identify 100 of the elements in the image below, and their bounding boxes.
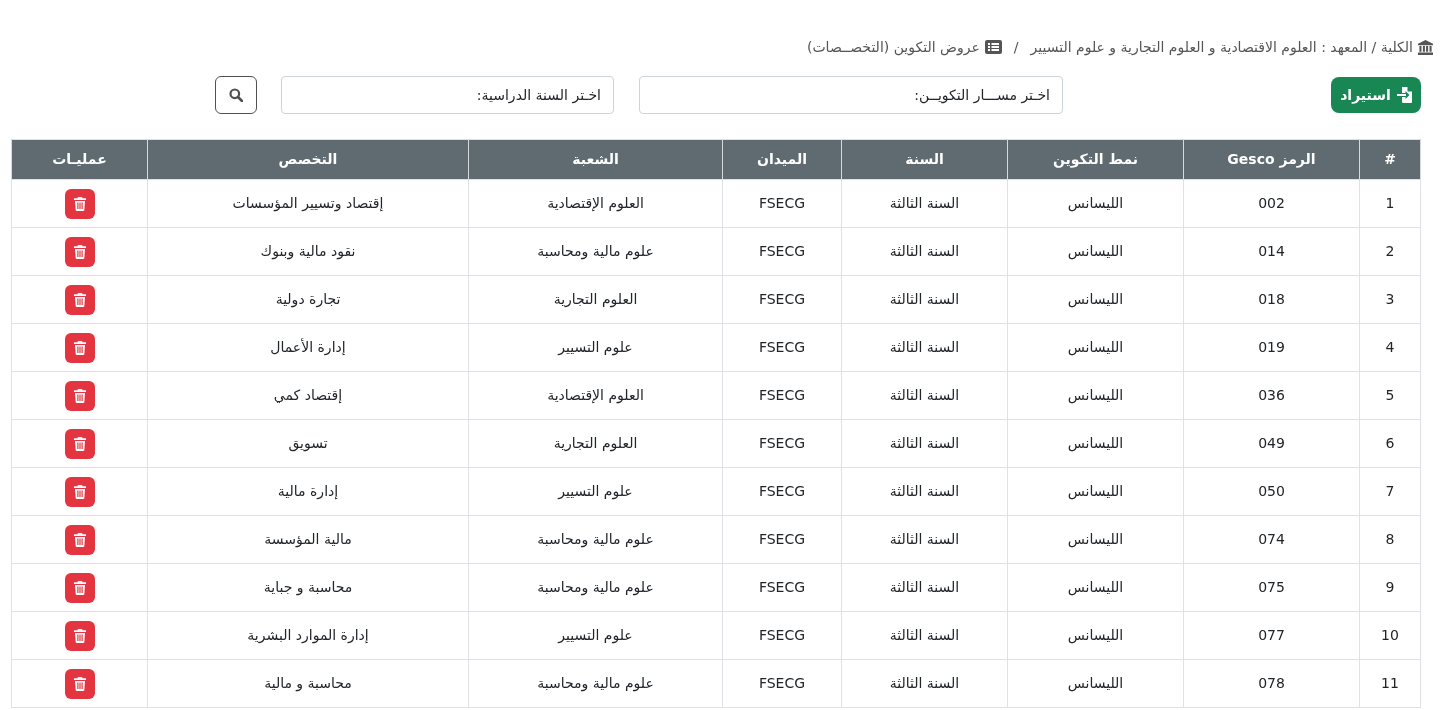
table-cell: FSECG (722, 371, 842, 420)
table-cell: الليسانس (1007, 563, 1184, 612)
column-header: السنة (841, 139, 1008, 180)
table-cell: السنة الثالثة (841, 227, 1008, 276)
import-button[interactable]: استيراد (1331, 77, 1421, 113)
table-cell: إقتصاد كمي (147, 371, 469, 420)
table-cell: 077 (1183, 611, 1360, 660)
table-cell: السنة الثالثة (841, 179, 1008, 228)
table-cell: FSECG (722, 659, 842, 708)
table-cell: 075 (1183, 563, 1360, 612)
table-cell: الليسانس (1007, 515, 1184, 564)
study-year-select[interactable]: اخـتر السنة الدراسية: (281, 76, 614, 114)
table-cell: السنة الثالثة (841, 563, 1008, 612)
table-cell: محاسبة و مالية (147, 659, 469, 708)
trash-icon (73, 676, 86, 691)
table-cell: 3 (1359, 275, 1421, 324)
table-cell: الليسانس (1007, 227, 1184, 276)
table-cell: FSECG (722, 563, 842, 612)
table-cell: الليسانس (1007, 419, 1184, 468)
table-cell: 6 (1359, 419, 1421, 468)
delete-button[interactable] (64, 572, 95, 603)
column-header: نمط التكوين (1007, 139, 1184, 180)
table-cell: 2 (1359, 227, 1421, 276)
table-cell: 014 (1183, 227, 1360, 276)
table-cell: تجارة دولية (147, 275, 469, 324)
column-header: الرمز Gesco (1183, 139, 1360, 180)
table-cell: 9 (1359, 563, 1421, 612)
table-cell: إدارة الموارد البشرية (147, 611, 469, 660)
table-cell: السنة الثالثة (841, 275, 1008, 324)
table-cell: FSECG (722, 275, 842, 324)
table-cell: 4 (1359, 323, 1421, 372)
table-cell: FSECG (722, 323, 842, 372)
table-cell: تسويق (147, 419, 469, 468)
table-cell: علوم مالية ومحاسبة (468, 515, 723, 564)
table-cell: 074 (1183, 515, 1360, 564)
table-cell: FSECG (722, 227, 842, 276)
column-header: الشعبة (468, 139, 723, 180)
search-icon (229, 88, 243, 102)
table-cell: العلوم الإقتصادية (468, 179, 723, 228)
table-cell: 036 (1183, 371, 1360, 420)
table-cell: الليسانس (1007, 611, 1184, 660)
table-cell: نقود مالية وبنوك (147, 227, 469, 276)
table-cell: الليسانس (1007, 467, 1184, 516)
table-cell: السنة الثالثة (841, 371, 1008, 420)
table-cell: FSECG (722, 179, 842, 228)
table-cell: 10 (1359, 611, 1421, 660)
delete-button[interactable] (64, 476, 95, 507)
table-cell: إقتصاد وتسيير المؤسسات (147, 179, 469, 228)
table-cell: العلوم التجارية (468, 275, 723, 324)
delete-button[interactable] (64, 620, 95, 651)
delete-button[interactable] (64, 284, 95, 315)
delete-button[interactable] (64, 236, 95, 267)
column-header: عمليـات (11, 139, 148, 180)
table-cell: إدارة الأعمال (147, 323, 469, 372)
trash-icon (73, 628, 86, 643)
table-cell: السنة الثالثة (841, 323, 1008, 372)
search-button[interactable] (215, 76, 257, 114)
table-cell: 050 (1183, 467, 1360, 516)
table-cell: محاسبة و جباية (147, 563, 469, 612)
table-cell: 049 (1183, 419, 1360, 468)
table-cell: السنة الثالثة (841, 419, 1008, 468)
delete-button[interactable] (64, 524, 95, 555)
breadcrumb-separator: / (1012, 37, 1020, 57)
delete-button[interactable] (64, 332, 95, 363)
table-cell: الليسانس (1007, 371, 1184, 420)
column-header: التخصص (147, 139, 469, 180)
table-cell: FSECG (722, 611, 842, 660)
delete-button[interactable] (64, 188, 95, 219)
trash-icon (73, 388, 86, 403)
table-cell: الليسانس (1007, 275, 1184, 324)
trash-icon (73, 532, 86, 547)
table-cell: 1 (1359, 179, 1421, 228)
breadcrumb-current: عروض التكوين (التخصــصات) (806, 37, 980, 58)
table-cell: FSECG (722, 419, 842, 468)
table-cell: السنة الثالثة (841, 467, 1008, 516)
table-cell: العلوم الإقتصادية (468, 371, 723, 420)
table-cell: علوم مالية ومحاسبة (468, 227, 723, 276)
table-cell: مالية المؤسسة (147, 515, 469, 564)
table-cell: 11 (1359, 659, 1421, 708)
delete-button[interactable] (64, 380, 95, 411)
table-cell: علوم مالية ومحاسبة (468, 563, 723, 612)
trash-icon (73, 292, 86, 307)
training-path-select[interactable]: اخـتر مســـار التكويــن: (639, 76, 1063, 114)
table-cell: 7 (1359, 467, 1421, 516)
table-cell: 018 (1183, 275, 1360, 324)
table-cell: 8 (1359, 515, 1421, 564)
trash-icon (73, 484, 86, 499)
trash-icon (73, 436, 86, 451)
table-cell: السنة الثالثة (841, 659, 1008, 708)
delete-button[interactable] (64, 668, 95, 699)
breadcrumb-link[interactable]: الكلية / المعهد : العلوم الاقتصادية و العلوم التجارية و علوم التسيير (1030, 36, 1413, 58)
column-header: # (1359, 139, 1421, 180)
trash-icon (73, 580, 86, 595)
table-cell: 5 (1359, 371, 1421, 420)
table-cell: الليسانس (1007, 179, 1184, 228)
delete-button[interactable] (64, 428, 95, 459)
table-cell: السنة الثالثة (841, 611, 1008, 660)
table-cell: FSECG (722, 467, 842, 516)
column-header: الميدان (722, 139, 842, 180)
table-cell: الليسانس (1007, 659, 1184, 708)
